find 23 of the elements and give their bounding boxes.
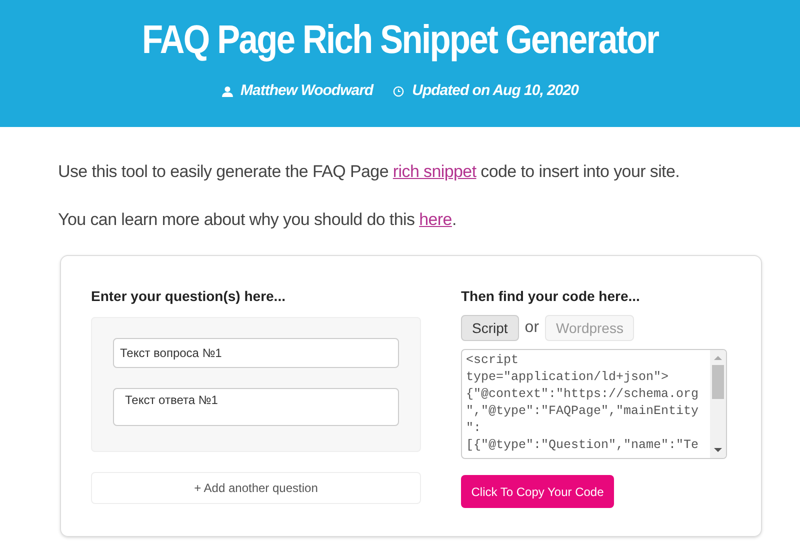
- text-link[interactable]: here: [419, 210, 452, 229]
- code-tab[interactable]: Script: [461, 315, 519, 341]
- code-output[interactable]: <script type="application/ld+json"> {"@context":"https://schema.org ","@type":"FAQPage","mainEntity ": [{"@type":"Question","name":"Te: [461, 349, 727, 459]
- copy-code-button[interactable]: Click To Copy Your Code: [461, 475, 614, 508]
- clock-icon: [393, 86, 404, 97]
- code-text: <script type="application/ld+json"> {"@context":"https://schema.org ","@type":"FAQPage","mainEntity ": [{"@type":"Question","name":"Te: [465, 352, 700, 454]
- page-title: FAQ Page Rich Snippet Generator: [142, 17, 658, 64]
- scroll-thumb[interactable]: [712, 365, 724, 399]
- panel-heading: Then find your code here...: [461, 287, 641, 306]
- scroll-down-icon[interactable]: [714, 446, 722, 454]
- text-link[interactable]: rich snippet: [392, 162, 476, 181]
- scroll-up-icon[interactable]: [714, 354, 722, 362]
- add-question-button[interactable]: + Add another question: [91, 472, 421, 504]
- intro-text: Use this tool to easily generate the FAQ Page rich snippet code to insert into your site.: [58, 161, 681, 183]
- intro-text: You can learn more about why you should do this here.: [58, 209, 458, 231]
- author-name: Matthew Woodward: [240, 81, 374, 101]
- panel-heading: Enter your question(s) here...: [91, 287, 286, 306]
- answer-field[interactable]: Текст ответа №1: [113, 388, 399, 426]
- scrollbar[interactable]: [710, 350, 726, 458]
- question-field[interactable]: Текст вопроса №1: [113, 338, 399, 368]
- updated-date: Updated on Aug 10, 2020: [412, 81, 578, 101]
- or-separator: or: [524, 318, 540, 338]
- person-icon: [222, 86, 233, 97]
